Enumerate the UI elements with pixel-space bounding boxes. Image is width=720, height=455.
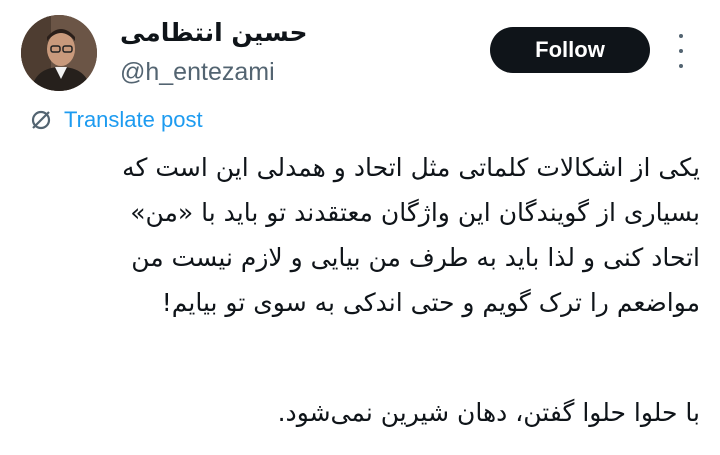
author-handle[interactable]: @h_entezami — [120, 58, 275, 87]
avatar-photo — [21, 15, 97, 91]
more-options-icon[interactable] — [670, 34, 692, 68]
tweet-line: یکی از اشکالات کلماتی مثل اتحاد و همدلی … — [122, 153, 700, 182]
translate-post-label: Translate post — [64, 107, 203, 132]
translate-post-link[interactable]: Translate post — [30, 107, 203, 133]
more-dot — [679, 49, 683, 53]
tweet-line: با حلوا حلوا گفتن، دهان شیرین نمی‌شود. — [277, 398, 700, 427]
author-name[interactable]: حسین انتظامی — [120, 18, 308, 47]
follow-button[interactable]: Follow — [490, 27, 650, 73]
more-dot — [679, 64, 683, 68]
tweet-text: یکی از اشکالات کلماتی مثل اتحاد و همدلی … — [24, 145, 700, 325]
more-dot — [679, 34, 683, 38]
tweet-text-closing: با حلوا حلوا گفتن، دهان شیرین نمی‌شود. — [24, 390, 700, 435]
translate-globe-icon — [31, 110, 51, 130]
tweet-line: اتحاد کنی و لذا باید به طرف من بیایی و ل… — [131, 243, 700, 272]
tweet-line: مواضعم را ترک گویم و حتی اندکی به سوی تو… — [161, 288, 700, 317]
avatar[interactable] — [21, 15, 97, 91]
tweet-line: بسیاری از گویندگان این واژگان معتقدند تو… — [130, 198, 700, 227]
